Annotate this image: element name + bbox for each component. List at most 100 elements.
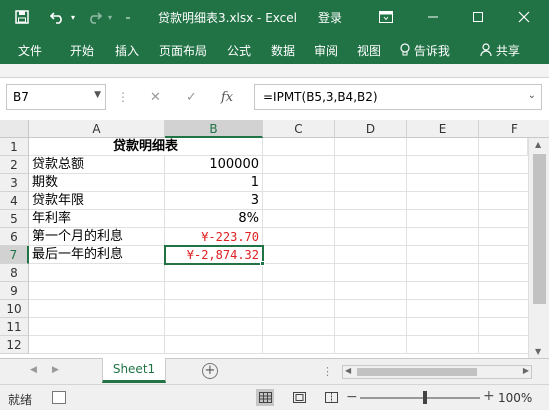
column-header-b[interactable]: B xyxy=(165,120,263,138)
tab-view[interactable]: 视图 xyxy=(357,42,381,59)
scroll-up-icon[interactable]: ▲ xyxy=(535,140,541,149)
column-header-f[interactable]: F xyxy=(479,120,549,138)
undo-icon[interactable] xyxy=(46,7,68,27)
person-icon xyxy=(480,43,492,57)
cell-d1[interactable] xyxy=(335,138,407,156)
tab-home[interactable]: 开始 xyxy=(70,42,94,59)
fill-handle[interactable] xyxy=(260,261,265,266)
tab-page-layout[interactable]: 页面布局 xyxy=(159,42,207,59)
cell-a5[interactable]: 年利率 xyxy=(29,210,165,228)
name-box-value: B7 xyxy=(13,90,29,104)
row-header-3[interactable]: 3 xyxy=(0,174,29,192)
save-icon[interactable] xyxy=(12,7,32,27)
cell-a6[interactable]: 第一个月的利息 xyxy=(29,228,165,246)
maximize-icon[interactable] xyxy=(467,6,489,28)
row-header-1[interactable]: 1 xyxy=(0,138,29,156)
insert-function-icon[interactable]: fx xyxy=(221,90,233,105)
normal-view-icon[interactable] xyxy=(256,389,274,406)
sheet-tab-sheet1[interactable]: Sheet1 xyxy=(102,358,166,383)
ribbon-collapsed-area xyxy=(0,64,549,78)
row-header-12[interactable]: 12 xyxy=(0,336,29,354)
chevron-down-icon[interactable]: ▼ xyxy=(94,90,101,100)
expand-formula-icon[interactable]: ⌄ xyxy=(528,90,536,101)
zoom-level[interactable]: 100% xyxy=(498,391,532,405)
row-header-2[interactable]: 2 xyxy=(0,156,29,174)
cell-a2[interactable]: 贷款总额 xyxy=(29,156,165,174)
zoom-slider-knob[interactable] xyxy=(423,391,427,404)
cell-b5[interactable]: 8% xyxy=(165,210,263,228)
formula-value: =IPMT(B5,3,B4,B2) xyxy=(263,90,378,104)
redo-icon[interactable] xyxy=(85,7,105,27)
empty-cells-area[interactable] xyxy=(263,156,528,354)
undo-dropdown-icon[interactable]: ▾ xyxy=(68,7,78,27)
column-header-c[interactable]: C xyxy=(263,120,335,138)
status-ready: 就绪 xyxy=(8,393,33,407)
macro-record-icon[interactable] xyxy=(52,391,66,404)
title-bar: ▾ ▾ ₌ 贷款明细表3.xlsx - Excel 登录 xyxy=(0,0,549,34)
login-link[interactable]: 登录 xyxy=(318,9,342,26)
close-icon[interactable] xyxy=(513,6,535,28)
scroll-left-icon[interactable]: ◀ xyxy=(345,366,351,375)
share-button[interactable]: 共享 xyxy=(480,42,520,59)
cell-a3[interactable]: 期数 xyxy=(29,174,165,192)
zoom-in-button[interactable]: + xyxy=(483,388,495,404)
tell-me-button[interactable]: 告诉我 xyxy=(400,42,450,59)
cell-c1[interactable] xyxy=(263,138,335,156)
tab-review[interactable]: 审阅 xyxy=(314,42,338,59)
zoom-slider[interactable] xyxy=(360,397,480,399)
column-divider-a-b xyxy=(164,264,165,354)
tab-data[interactable]: 数据 xyxy=(271,42,295,59)
cell-a7[interactable]: 最后一年的利息 xyxy=(29,246,165,264)
next-sheet-icon[interactable]: ▶ xyxy=(52,365,59,375)
tab-file[interactable]: 文件 xyxy=(18,42,42,59)
row-header-9[interactable]: 9 xyxy=(0,282,29,300)
cell-f1[interactable] xyxy=(479,138,528,156)
row-header-6[interactable]: 6 xyxy=(0,228,29,246)
add-sheet-button[interactable]: + xyxy=(202,363,218,379)
customize-toolbar-icon[interactable]: ₌ xyxy=(122,7,134,27)
vertical-scrollbar[interactable]: ▲ ▼ xyxy=(528,138,549,358)
ribbon-tabs: 文件 开始 插入 页面布局 公式 数据 审阅 视图 告诉我 共享 xyxy=(0,34,549,64)
tab-insert[interactable]: 插入 xyxy=(115,42,139,59)
cell-b2[interactable]: 100000 xyxy=(165,156,263,174)
minimize-icon[interactable] xyxy=(422,6,444,28)
cancel-icon[interactable]: ✕ xyxy=(150,90,161,105)
page-break-view-icon[interactable] xyxy=(322,389,340,406)
horizontal-scrollbar[interactable]: ◀ ▶ xyxy=(342,365,532,379)
column-header-d[interactable]: D xyxy=(335,120,407,138)
window-title: 贷款明细表3.xlsx - Excel xyxy=(158,11,297,25)
column-header-e[interactable]: E xyxy=(407,120,479,138)
worksheet-grid: A B C D E F 1 2 3 4 5 6 7 8 9 10 11 12 贷… xyxy=(0,120,549,358)
ribbon-display-options-icon[interactable] xyxy=(375,6,397,28)
cell-b3[interactable]: 1 xyxy=(165,174,263,192)
vertical-scroll-thumb[interactable] xyxy=(533,154,546,304)
name-box[interactable]: B7 ▼ xyxy=(6,84,106,110)
prev-sheet-icon[interactable]: ◀ xyxy=(30,365,37,375)
scroll-right-icon[interactable]: ▶ xyxy=(523,366,529,375)
row-header-8[interactable]: 8 xyxy=(0,264,29,282)
page-layout-view-icon[interactable] xyxy=(290,389,308,406)
empty-rows-area[interactable] xyxy=(29,264,263,354)
row-header-11[interactable]: 11 xyxy=(0,318,29,336)
horizontal-scroll-thumb[interactable] xyxy=(357,368,477,376)
row-header-10[interactable]: 10 xyxy=(0,300,29,318)
select-all-corner[interactable] xyxy=(0,120,29,138)
cell-a4[interactable]: 贷款年限 xyxy=(29,192,165,210)
cell-b4[interactable]: 3 xyxy=(165,192,263,210)
formula-input[interactable]: =IPMT(B5,3,B4,B2) ⌄ xyxy=(254,84,542,110)
tab-formulas[interactable]: 公式 xyxy=(227,42,251,59)
active-cell-border xyxy=(164,245,264,265)
zoom-out-button[interactable]: − xyxy=(346,389,358,405)
cell-e1[interactable] xyxy=(407,138,479,156)
row-header-5[interactable]: 5 xyxy=(0,210,29,228)
enter-icon[interactable]: ✓ xyxy=(186,90,197,105)
cell-b6[interactable]: ¥-223.70 xyxy=(165,228,263,246)
row-header-4[interactable]: 4 xyxy=(0,192,29,210)
redo-dropdown-icon[interactable]: ▾ xyxy=(105,7,115,27)
column-header-a[interactable]: A xyxy=(29,120,165,138)
cell-a1[interactable]: 贷款明细表 xyxy=(29,138,263,156)
row-header-7[interactable]: 7 xyxy=(0,246,29,264)
formula-bar-splitter[interactable]: ⋮ xyxy=(117,90,129,104)
tab-splitter-icon[interactable]: ⋮ xyxy=(322,365,333,378)
scroll-down-icon[interactable]: ▼ xyxy=(535,347,541,356)
